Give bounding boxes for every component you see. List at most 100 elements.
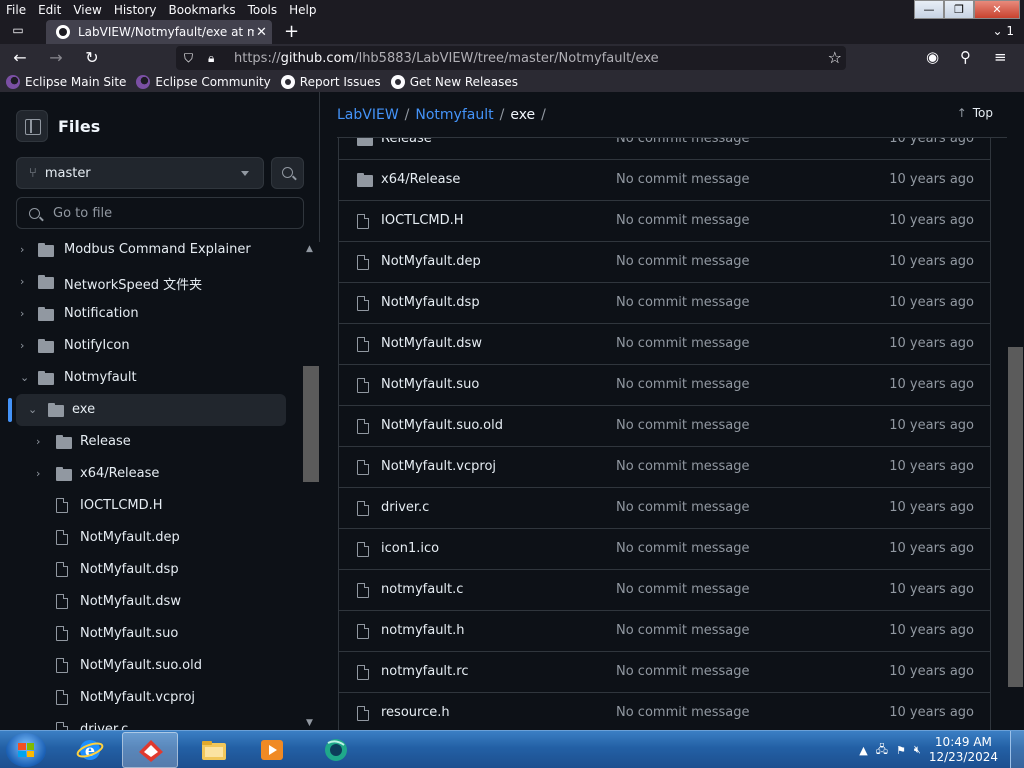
forward-arrow-icon[interactable]: → — [44, 48, 68, 67]
file-name-link[interactable]: notmyfault.h — [381, 623, 465, 638]
menu-history[interactable]: History — [108, 3, 163, 17]
file-row[interactable]: notmyfault.c No commit message 10 years ag… — [339, 569, 990, 610]
file-row[interactable]: notmyfault.rc No commit message 10 years a… — [339, 651, 990, 692]
tree-item[interactable]: ⌄ Notmyfault — [8, 362, 298, 394]
volume-muted-icon[interactable]: 🔇︎ — [914, 743, 921, 757]
tree-item[interactable]: NotMyfault.suo.old — [16, 650, 286, 682]
start-button[interactable] — [6, 733, 46, 767]
tree-item[interactable]: NotMyfault.dep — [16, 522, 286, 554]
file-name-link[interactable]: NotMyfault.dep — [381, 254, 481, 269]
system-clock[interactable]: 10:49 AM 12/23/2024 — [929, 735, 998, 765]
menu-view[interactable]: View — [67, 3, 107, 17]
chevron-right-icon[interactable]: › — [36, 467, 40, 480]
file-row[interactable]: x64/Release No commit message 10 years ago — [339, 159, 990, 200]
file-row[interactable]: driver.c No commit message 10 years ago — [339, 487, 990, 528]
chevron-right-icon[interactable]: › — [20, 243, 24, 256]
file-row[interactable]: notmyfault.h No commit message 10 years ag… — [339, 610, 990, 651]
menu-bookmarks[interactable]: Bookmarks — [163, 3, 242, 17]
commit-message-link[interactable]: No commit message — [616, 500, 750, 515]
commit-message-link[interactable]: No commit message — [616, 459, 750, 474]
commit-message-link[interactable]: No commit message — [616, 541, 750, 556]
bookmark-star-icon[interactable]: ☆ — [828, 48, 842, 67]
file-name-link[interactable]: NotMyfault.dsw — [381, 336, 482, 351]
file-row[interactable]: NotMyfault.dep No commit message 10 years … — [339, 241, 990, 282]
tree-item[interactable]: › NetworkSpeed 文件夹 — [8, 266, 298, 298]
tree-item[interactable]: › Release — [16, 426, 286, 458]
close-window-button[interactable]: ✕ — [974, 0, 1020, 19]
file-name-link[interactable]: NotMyfault.vcproj — [381, 459, 496, 474]
breadcrumb-folder-link[interactable]: Notmyfault — [415, 107, 493, 123]
menu-edit[interactable]: Edit — [32, 3, 67, 17]
new-tab-button[interactable]: + — [284, 21, 299, 42]
reload-icon[interactable]: ↻ — [80, 48, 104, 67]
internet-explorer-taskbar-icon[interactable]: e — [62, 732, 118, 768]
file-row[interactable]: IOCTLCMD.H No commit message 10 years ago — [339, 200, 990, 241]
extensions-icon[interactable]: ⚲ — [960, 48, 971, 66]
scroll-up-icon[interactable]: ▲ — [306, 244, 313, 254]
commit-message-link[interactable]: No commit message — [616, 664, 750, 679]
action-center-flag-icon[interactable]: ⚑ — [896, 744, 906, 757]
file-row[interactable]: NotMyfault.dsp No commit message 10 years … — [339, 282, 990, 323]
close-tab-icon[interactable]: ✕ — [256, 25, 267, 40]
tracking-shield-icon[interactable]: ⛉ — [184, 51, 200, 66]
file-name-link[interactable]: NotMyfault.suo.old — [381, 418, 503, 433]
chevron-down-icon[interactable]: ⌄ — [28, 403, 37, 416]
chevron-right-icon[interactable]: › — [20, 307, 24, 320]
tree-item[interactable]: NotMyfault.vcproj — [16, 682, 286, 714]
file-row[interactable]: NotMyfault.vcproj No commit message 10 yea… — [339, 446, 990, 487]
file-row[interactable]: resource.h No commit message 10 years ago — [339, 692, 990, 730]
account-icon[interactable]: ◉ — [926, 48, 939, 66]
tree-item[interactable]: › NotifyIcon — [8, 330, 298, 362]
tree-item[interactable]: › x64/Release — [16, 458, 286, 490]
bookmark-item[interactable]: Eclipse Community — [136, 75, 271, 89]
file-explorer-taskbar-icon[interactable] — [186, 732, 242, 768]
tree-item[interactable]: IOCTLCMD.H — [16, 490, 286, 522]
back-to-top-button[interactable]: ↑ Top — [957, 106, 993, 120]
bookmark-item[interactable]: Eclipse Main Site — [6, 75, 126, 89]
commit-message-link[interactable]: No commit message — [616, 336, 750, 351]
tab-list-dropdown[interactable]: ⌄ 1 — [992, 24, 1014, 38]
toolbox-taskbar-icon[interactable] — [122, 732, 178, 768]
file-row[interactable]: icon1.ico No commit message 10 years ago — [339, 528, 990, 569]
network-icon[interactable]: 🖧︎ — [876, 741, 888, 760]
back-arrow-icon[interactable]: ← — [8, 48, 32, 67]
browser-tab[interactable]: LabVIEW/Notmyfault/exe at ma ✕ — [46, 20, 272, 44]
commit-message-link[interactable]: No commit message — [616, 295, 750, 310]
menu-file[interactable]: File — [0, 3, 32, 17]
file-name-link[interactable]: notmyfault.c — [381, 582, 463, 597]
search-button[interactable] — [271, 157, 304, 189]
commit-message-link[interactable]: No commit message — [616, 418, 750, 433]
tab-list-icon[interactable]: ▭ — [6, 23, 30, 41]
sidebar-scroll-thumb[interactable] — [303, 366, 319, 482]
commit-message-link[interactable]: No commit message — [616, 705, 750, 720]
page-scrollbar[interactable] — [1007, 92, 1024, 730]
chevron-down-icon[interactable]: ⌄ — [20, 371, 29, 384]
page-scroll-thumb[interactable] — [1008, 347, 1023, 687]
bookmark-item[interactable]: Report Issues — [280, 75, 381, 89]
breadcrumb-repo-link[interactable]: LabVIEW — [337, 107, 399, 123]
tree-item[interactable]: › Modbus Command Explainer — [8, 242, 298, 266]
tree-item[interactable]: driver.c — [16, 714, 286, 730]
sidebar-scrollbar[interactable]: ▲ ▼ — [302, 242, 320, 730]
file-name-link[interactable]: notmyfault.rc — [381, 664, 468, 679]
file-row[interactable]: NotMyfault.suo No commit message 10 years … — [339, 364, 990, 405]
commit-message-link[interactable]: No commit message — [616, 213, 750, 228]
commit-message-link[interactable]: No commit message — [616, 623, 750, 638]
tree-item[interactable]: NotMyfault.dsw — [16, 586, 286, 618]
menu-tools[interactable]: Tools — [242, 3, 284, 17]
restore-button[interactable]: ❐ — [944, 0, 974, 19]
show-desktop-button[interactable] — [1010, 731, 1024, 768]
url-text[interactable]: https://github.com/lhb5883/LabVIEW/tree/… — [234, 51, 659, 66]
file-name-link[interactable]: driver.c — [381, 500, 429, 515]
file-name-link[interactable]: x64/Release — [381, 172, 460, 187]
chevron-right-icon[interactable]: › — [36, 435, 40, 448]
bookmark-item[interactable]: Get New Releases — [390, 75, 518, 89]
menu-hamburger-icon[interactable]: ≡ — [994, 48, 1007, 66]
lock-icon[interactable]: 🔒︎ — [208, 51, 222, 66]
tree-item[interactable]: › Notification — [8, 298, 298, 330]
file-row[interactable]: NotMyfault.suo.old No commit message 10 ye… — [339, 405, 990, 446]
file-name-link[interactable]: resource.h — [381, 705, 450, 720]
chevron-right-icon[interactable]: › — [20, 275, 24, 288]
file-name-link[interactable]: icon1.ico — [381, 541, 439, 556]
tree-item[interactable]: ⌄ exe — [16, 394, 286, 426]
